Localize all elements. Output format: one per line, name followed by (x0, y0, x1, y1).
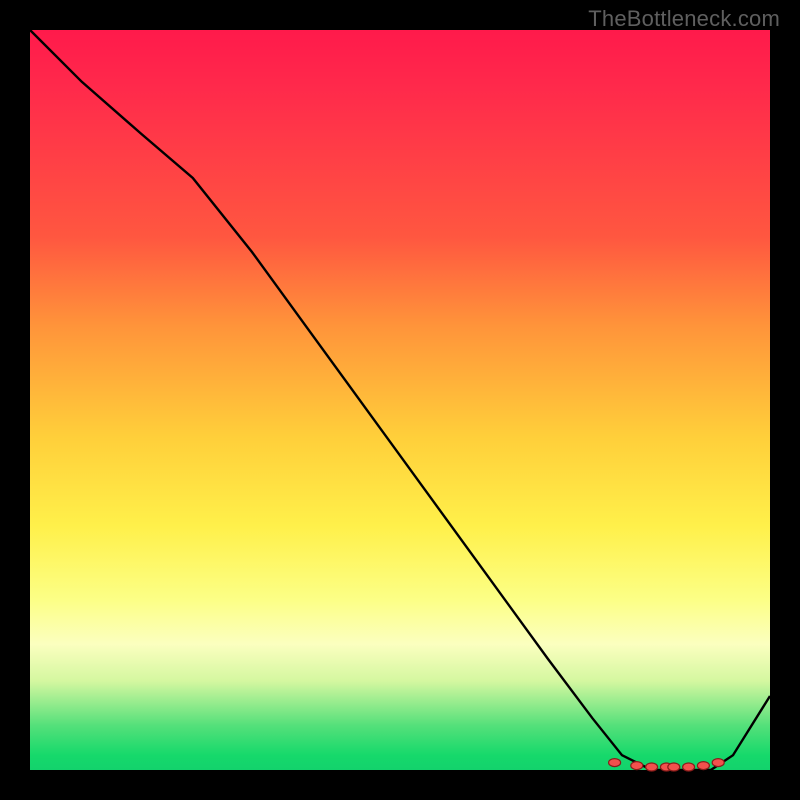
marker-group (609, 759, 725, 771)
marker-point (697, 762, 709, 770)
chart-frame: TheBottleneck.com (0, 0, 800, 800)
marker-point (712, 759, 724, 767)
marker-point (646, 763, 658, 771)
marker-point (631, 762, 643, 770)
bottleneck-curve (30, 30, 770, 770)
plot-area (30, 30, 770, 770)
chart-svg (30, 30, 770, 770)
watermark-text: TheBottleneck.com (588, 6, 780, 32)
marker-point (609, 759, 621, 767)
marker-point (668, 763, 680, 771)
marker-point (683, 763, 695, 771)
